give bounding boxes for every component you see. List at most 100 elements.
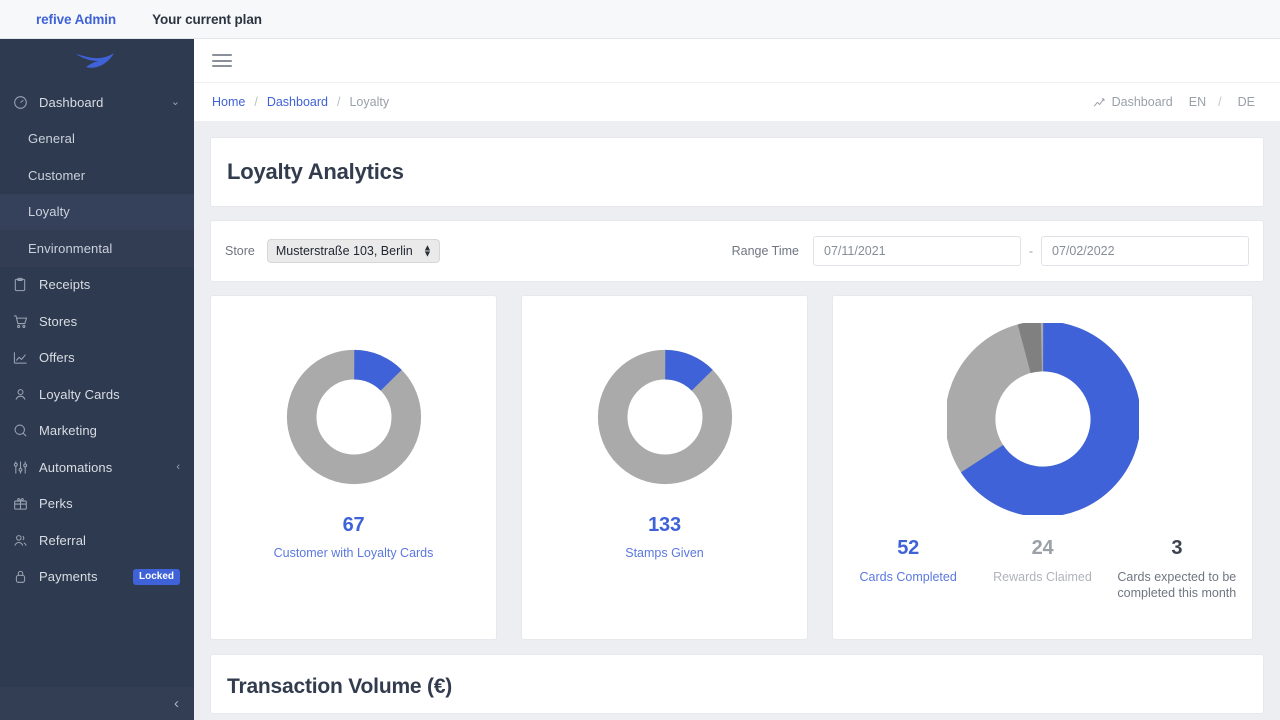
range-time-label: Range Time — [731, 244, 799, 258]
sidebar-item-offers[interactable]: Offers — [0, 340, 194, 377]
sidebar-item-dashboard[interactable]: Dashboard ⌄ — [0, 84, 194, 121]
current-plan-link[interactable]: Your current plan — [152, 12, 262, 27]
gauge-icon — [13, 95, 39, 110]
chevron-down-icon[interactable]: ⌄ — [171, 96, 180, 108]
sidebar-nav: Dashboard ⌄ General Customer Loyalty Env… — [0, 82, 194, 595]
chevron-left-icon[interactable]: ‹ — [176, 461, 180, 473]
stamps-stat-block: 133 Stamps Given — [625, 514, 704, 560]
stat-cards-expected: 3 Cards expected to be completed this mo… — [1110, 537, 1244, 602]
transaction-volume-title: Transaction Volume (€) — [227, 675, 453, 698]
store-filter-group: Store Musterstraße 103, Berlin ▲ ▼ — [225, 239, 440, 263]
sidebar-logo[interactable] — [0, 39, 194, 82]
sidebar-item-referral[interactable]: Referral — [0, 522, 194, 559]
sidebar-item-marketing[interactable]: Marketing — [0, 413, 194, 450]
sidebar-item-label: Loyalty — [28, 204, 70, 220]
card-customers-with-loyalty-cards: 67 Customer with Loyalty Cards — [210, 295, 497, 640]
sidebar-item-perks[interactable]: Perks — [0, 486, 194, 523]
clipboard-icon — [13, 277, 39, 292]
page-content: Loyalty Analytics Store Musterstraße 103… — [194, 121, 1280, 714]
stat-label: Stamps Given — [625, 546, 704, 560]
sidebar-item-label: Referral — [39, 532, 87, 548]
breadcrumb-bar: Home / Dashboard / Loyalty Dashboard EN … — [194, 82, 1280, 121]
lang-de-button[interactable]: DE — [1238, 95, 1255, 109]
sidebar-item-label: Offers — [39, 350, 75, 366]
chart-line-icon — [1093, 96, 1106, 109]
sliders-icon — [13, 460, 39, 475]
store-select[interactable]: Musterstraße 103, Berlin — [266, 239, 440, 263]
sidebar-item-customer[interactable]: Customer — [0, 157, 194, 194]
gift-icon — [13, 496, 39, 511]
users-icon — [13, 533, 39, 548]
sidebar-item-label: General — [28, 131, 75, 147]
sidebar-item-receipts[interactable]: Receipts — [0, 267, 194, 304]
sidebar-item-environmental[interactable]: Environmental — [0, 230, 194, 267]
customers-stat-block: 67 Customer with Loyalty Cards — [274, 514, 434, 560]
stat-value: 3 — [1171, 537, 1183, 559]
sidebar-item-label: Payments — [39, 569, 98, 585]
brand-link[interactable]: refive Admin — [36, 12, 116, 27]
date-to-input[interactable] — [1041, 236, 1249, 266]
chart-line-icon — [13, 350, 39, 365]
top-utility-bar: refive Admin Your current plan — [0, 0, 1280, 39]
breadcrumb-separator: / — [254, 95, 258, 109]
store-label: Store — [225, 244, 255, 258]
sidebar-item-label: Environmental — [28, 240, 113, 256]
sidebar-item-loyalty-cards[interactable]: Loyalty Cards — [0, 376, 194, 413]
customers-with-loyalty-cards-donut — [285, 348, 423, 486]
chart-row: 67 Customer with Loyalty Cards 133 Stamp… — [210, 295, 1264, 640]
card-stamps-given: 133 Stamps Given — [521, 295, 808, 640]
stat-label: Rewards Claimed — [993, 570, 1092, 584]
header-bar — [194, 39, 1280, 82]
lang-separator: / — [1218, 95, 1222, 109]
sidebar-item-label: Loyalty Cards — [39, 386, 120, 402]
sidebar-item-label: Receipts — [39, 277, 91, 293]
transaction-volume-panel: Transaction Volume (€) — [210, 654, 1264, 714]
date-range-separator: - — [1029, 244, 1033, 258]
card-completion-donut — [946, 323, 1139, 515]
bird-logo-icon — [76, 52, 114, 68]
stat-label: Customer with Loyalty Cards — [273, 546, 434, 560]
user-card-icon — [13, 387, 39, 402]
search-icon — [13, 423, 39, 438]
lang-en-button[interactable]: EN — [1189, 95, 1206, 109]
breadcrumb-dashboard-label[interactable]: Dashboard — [1112, 95, 1173, 109]
breadcrumb-current: Loyalty — [349, 95, 390, 109]
sidebar-item-label: Customer — [28, 167, 86, 183]
sidebar-item-loyalty[interactable]: Loyalty — [0, 193, 194, 230]
sidebar-item-payments[interactable]: Payments Locked — [0, 559, 194, 596]
stat-label: Cards expected to be completed this mont… — [1117, 570, 1237, 601]
main-content: Home / Dashboard / Loyalty Dashboard EN … — [194, 39, 1280, 720]
sidebar: Dashboard ⌄ General Customer Loyalty Env… — [0, 39, 194, 720]
page-title-panel: Loyalty Analytics — [210, 137, 1264, 207]
sidebar-item-general[interactable]: General — [0, 121, 194, 158]
stat-value: 67 — [342, 514, 365, 536]
stat-rewards-claimed: 24 Rewards Claimed — [975, 537, 1109, 602]
sidebar-item-label: Dashboard — [39, 94, 104, 110]
stamps-given-donut — [596, 348, 734, 486]
breadcrumb-separator: / — [336, 95, 341, 109]
breadcrumb-dashboard[interactable]: Dashboard — [267, 95, 328, 109]
card-completion: 52 Cards Completed 24 Rewards Claimed 3 … — [832, 295, 1253, 640]
hamburger-menu-icon[interactable] — [212, 51, 232, 71]
status-badge-locked: Locked — [132, 568, 180, 585]
stat-value: 52 — [897, 537, 920, 559]
sidebar-collapse-button[interactable]: ‹ — [0, 687, 194, 720]
sidebar-item-stores[interactable]: Stores — [0, 303, 194, 340]
store-select-wrapper: Musterstraße 103, Berlin ▲ ▼ — [266, 239, 440, 263]
lock-icon — [13, 569, 39, 584]
cart-icon — [13, 314, 39, 329]
chevron-left-icon: ‹ — [174, 695, 179, 712]
sidebar-item-label: Stores — [39, 313, 78, 329]
filter-panel: Store Musterstraße 103, Berlin ▲ ▼ Range … — [210, 220, 1264, 282]
range-time-group: Range Time - — [732, 236, 1249, 266]
page-title: Loyalty Analytics — [227, 159, 404, 184]
stat-label: Cards Completed — [859, 570, 957, 584]
completion-stats: 52 Cards Completed 24 Rewards Claimed 3 … — [833, 537, 1252, 602]
sidebar-item-label: Perks — [39, 496, 73, 512]
breadcrumb-home[interactable]: Home — [212, 95, 245, 109]
stat-value: 24 — [1031, 537, 1054, 559]
sidebar-item-label: Automations — [39, 459, 113, 475]
stat-value: 133 — [648, 514, 681, 536]
sidebar-item-automations[interactable]: Automations ‹ — [0, 449, 194, 486]
date-from-input[interactable] — [813, 236, 1021, 266]
